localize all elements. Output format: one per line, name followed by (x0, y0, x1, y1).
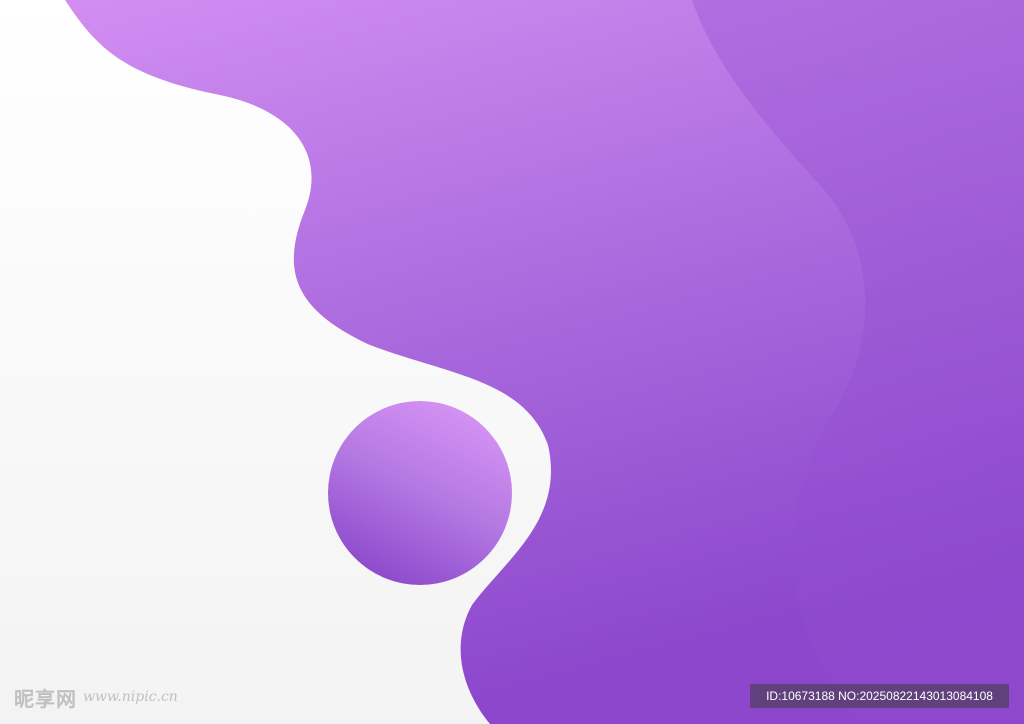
wave-artwork (65, 0, 1024, 724)
watermark-url: www.nipic.cn (83, 689, 178, 705)
watermark-brand: 昵享网 (14, 686, 77, 711)
purple-circle (328, 401, 512, 585)
id-badge: ID:10673188 NO:20250822143013084108 (750, 684, 1009, 708)
artwork-canvas: 昵享网 www.nipic.cn ID:10673188 NO:20250822… (0, 0, 1024, 724)
watermark: 昵享网 www.nipic.cn (14, 684, 178, 711)
